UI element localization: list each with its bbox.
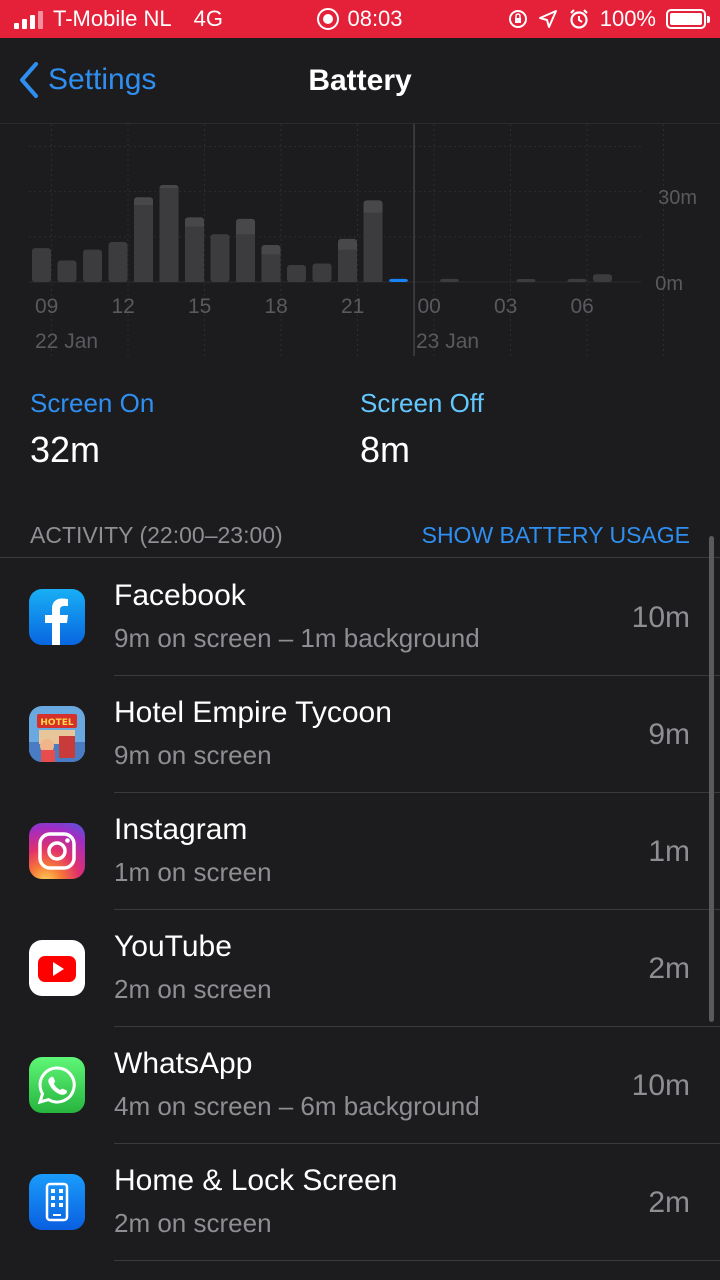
chart-bar (287, 265, 306, 282)
chart-bar (83, 249, 102, 282)
app-name: YouTube (114, 930, 232, 963)
chart-bar (32, 248, 51, 282)
chart-bar (134, 205, 153, 282)
alarm-icon (569, 9, 588, 29)
status-bar: T-Mobile NL 4G 08:03 100% (0, 0, 720, 38)
screen-on-stat: Screen On 32m (30, 388, 154, 471)
app-list: Facebook 9m on screen – 1m background 10… (0, 559, 720, 1261)
orientation-lock-icon (508, 10, 527, 28)
show-battery-usage-button[interactable]: SHOW BATTERY USAGE (422, 522, 690, 549)
app-detail: 9m on screen – 1m background (114, 623, 480, 653)
app-row-youtube[interactable]: YouTube 2m on screen 2m (0, 910, 720, 1027)
x-tick-label: 00 (418, 295, 441, 318)
app-name: Home & Lock Screen (114, 1164, 398, 1197)
home-lock-screen-icon (29, 1174, 85, 1230)
screen-off-value: 8m (360, 429, 411, 470)
chart-bar (108, 241, 128, 282)
screen-on-value: 32m (30, 429, 101, 470)
chart-bar (516, 279, 536, 282)
activity-title: ACTIVITY (22:00–23:00) (30, 522, 283, 548)
svg-text:HOTEL: HOTEL (40, 718, 73, 728)
chart-bar (210, 234, 230, 282)
x-tick-label: 12 (112, 295, 135, 318)
app-detail: 4m on screen – 6m background (114, 1091, 480, 1121)
app-name: Instagram (114, 813, 248, 846)
app-detail: 2m on screen (114, 974, 272, 1004)
chart-bar (57, 260, 77, 282)
screen-off-label: Screen Off (360, 388, 484, 418)
app-row-instagram[interactable]: Instagram 1m on screen 1m (0, 793, 720, 910)
activity-chart[interactable]: 30m 0m 09 12 15 18 21 00 03 06 22 Jan 23 Jan (0, 124, 720, 364)
app-usage: 2m (648, 1186, 690, 1219)
whatsapp-icon (29, 1057, 85, 1113)
activity-header: ACTIVITY (22:00–23:00) SHOW BATTERY USAG… (0, 518, 720, 558)
app-usage: 10m (631, 1069, 690, 1102)
battery-icon (666, 9, 710, 29)
app-name: Hotel Empire Tycoon (114, 696, 392, 729)
x-tick-label: 21 (341, 295, 364, 318)
chart-bar (363, 212, 383, 282)
app-row-home-lock-screen[interactable]: Home & Lock Screen 2m on screen 2m (0, 1144, 720, 1261)
location-icon (538, 10, 557, 28)
chart-bar (593, 274, 612, 282)
screen-off-stat: Screen Off 8m (360, 388, 484, 471)
screen-recording-icon (317, 8, 340, 30)
instagram-icon (29, 823, 85, 879)
scrollbar[interactable] (709, 536, 714, 1022)
facebook-icon (29, 589, 85, 645)
app-detail: 2m on screen (114, 1208, 272, 1238)
app-name: Facebook (114, 579, 246, 612)
app-row-facebook[interactable]: Facebook 9m on screen – 1m background 10… (0, 559, 720, 676)
app-usage: 10m (631, 601, 690, 634)
x-tick-label: 03 (494, 295, 517, 318)
chart-bar (338, 249, 357, 282)
chart-bar (567, 278, 587, 282)
youtube-icon (29, 940, 85, 996)
app-usage: 1m (648, 835, 690, 868)
clock: 08:03 (347, 6, 403, 31)
chart-bar (312, 263, 332, 282)
hotel-empire-tycoon-icon: HOTEL (29, 706, 85, 762)
x-tick-label: 06 (571, 295, 594, 318)
y-tick-label: 0m (655, 273, 683, 295)
date-label: 22 Jan (35, 330, 98, 353)
chart-bar (185, 226, 204, 282)
y-tick-label: 30m (658, 187, 697, 209)
x-tick-label: 15 (188, 295, 211, 318)
app-row-whatsapp[interactable]: WhatsApp 4m on screen – 6m background 10… (0, 1027, 720, 1144)
x-tick-label: 09 (35, 295, 58, 318)
x-tick-label: 18 (265, 295, 288, 318)
app-detail: 1m on screen (114, 857, 272, 887)
chart-bar (159, 188, 179, 282)
chart-bar (236, 234, 255, 282)
app-name: WhatsApp (114, 1047, 253, 1080)
chart-bar (261, 254, 281, 282)
app-usage: 2m (648, 952, 690, 985)
page-title: Battery (308, 64, 412, 97)
date-label: 23 Jan (416, 330, 479, 353)
screen-on-label: Screen On (30, 388, 155, 418)
chart-bar (389, 278, 408, 282)
activity-chart-svg: 30m 0m 09 12 15 18 21 00 03 06 22 Jan 23 Jan (29, 124, 697, 356)
chart-bar (440, 278, 459, 282)
app-detail: 9m on screen (114, 740, 272, 770)
battery-percentage: 100% (599, 6, 656, 31)
app-row-hotel-empire-tycoon[interactable]: HOTEL Hotel Empire Tycoon 9m on screen 9… (0, 676, 720, 793)
navigation-bar: Settings Battery (0, 38, 720, 124)
app-usage: 9m (648, 718, 690, 751)
